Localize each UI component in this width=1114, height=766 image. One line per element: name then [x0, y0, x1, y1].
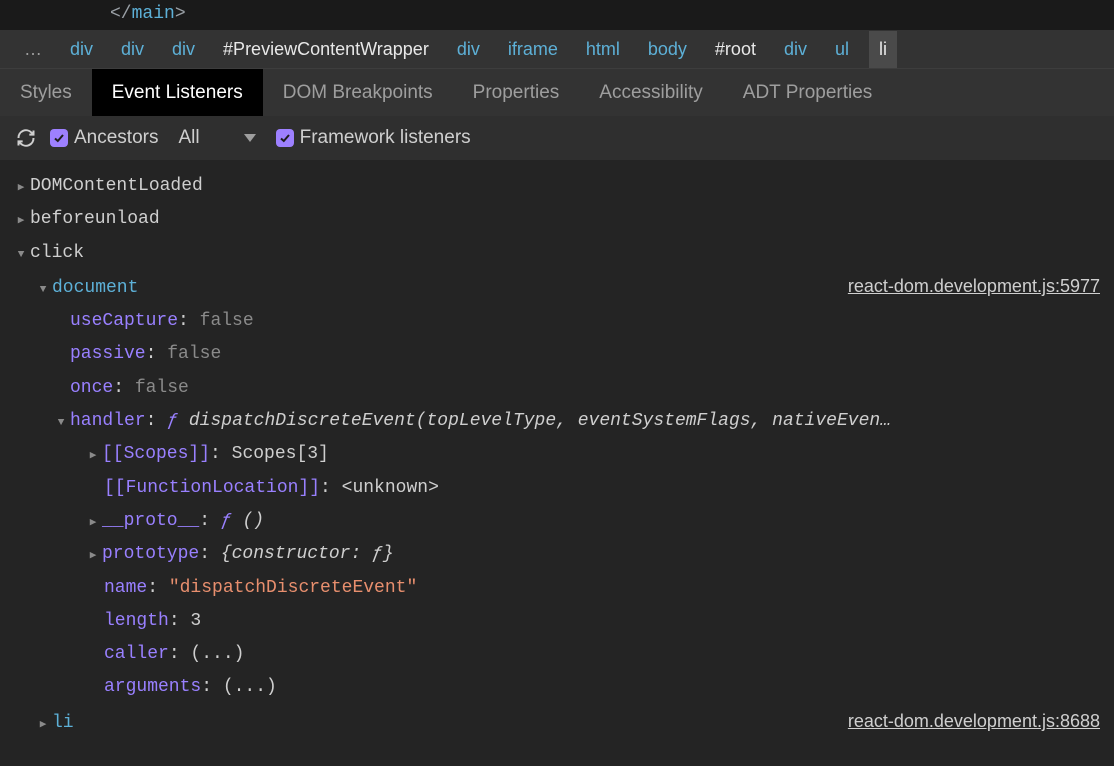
breadcrumb: … div div div #PreviewContentWrapper div… [0, 30, 1114, 68]
disclosure-triangle-icon[interactable] [54, 405, 68, 438]
disclosure-triangle-icon[interactable] [14, 170, 28, 203]
listener-target-row[interactable]: document react-dom.development.js:5977 [14, 270, 1114, 305]
tab-event-listeners[interactable]: Event Listeners [92, 69, 263, 116]
tab-adt-properties[interactable]: ADT Properties [723, 69, 893, 116]
property-row: useCapture: false [14, 305, 1114, 338]
refresh-icon[interactable] [16, 128, 36, 148]
property-row: once: false [14, 372, 1114, 405]
property-row: passive: false [14, 338, 1114, 371]
breadcrumb-item[interactable]: ul [821, 39, 863, 60]
ancestors-label: Ancestors [74, 127, 158, 149]
breadcrumb-item[interactable]: html [572, 39, 634, 60]
breadcrumb-item[interactable]: #root [701, 39, 770, 60]
filter-dropdown[interactable]: All [172, 127, 261, 149]
breadcrumb-ellipsis[interactable]: … [10, 39, 56, 60]
property-row: length: 3 [14, 605, 1114, 638]
disclosure-triangle-icon[interactable] [36, 707, 50, 740]
tab-styles[interactable]: Styles [0, 69, 92, 116]
disclosure-triangle-icon[interactable] [14, 237, 28, 270]
breadcrumb-item[interactable]: #PreviewContentWrapper [209, 39, 443, 60]
property-row: [[FunctionLocation]]: <unknown> [14, 472, 1114, 505]
tab-dom-breakpoints[interactable]: DOM Breakpoints [263, 69, 453, 116]
property-row: name: "dispatchDiscreteEvent" [14, 572, 1114, 605]
disclosure-triangle-icon[interactable] [14, 203, 28, 236]
event-row[interactable]: beforeunload [14, 203, 1114, 236]
checkbox-checked-icon [50, 129, 68, 147]
breadcrumb-item[interactable]: body [634, 39, 701, 60]
disclosure-triangle-icon[interactable] [86, 438, 100, 471]
tab-properties[interactable]: Properties [453, 69, 580, 116]
event-listeners-tree: DOMContentLoaded beforeunload click docu… [0, 160, 1114, 740]
source-link[interactable]: react-dom.development.js:5977 [848, 270, 1114, 303]
disclosure-triangle-icon[interactable] [86, 505, 100, 538]
property-row[interactable]: [[Scopes]]: Scopes[3] [14, 438, 1114, 471]
property-row[interactable]: __proto__: ƒ () [14, 505, 1114, 538]
disclosure-triangle-icon[interactable] [36, 272, 50, 305]
listener-target-row[interactable]: li react-dom.development.js:8688 [14, 705, 1114, 740]
breadcrumb-item[interactable]: iframe [494, 39, 572, 60]
property-row[interactable]: arguments: (...) [14, 671, 1114, 704]
event-listeners-toolbar: Ancestors All Framework listeners [0, 116, 1114, 160]
breadcrumb-item-selected[interactable]: li [869, 31, 897, 68]
property-row[interactable]: prototype: {constructor: ƒ} [14, 538, 1114, 571]
tab-accessibility[interactable]: Accessibility [579, 69, 722, 116]
event-row[interactable]: DOMContentLoaded [14, 170, 1114, 203]
checkbox-checked-icon [276, 129, 294, 147]
property-row[interactable]: caller: (...) [14, 638, 1114, 671]
breadcrumb-item[interactable]: div [107, 39, 158, 60]
breadcrumb-item[interactable]: div [443, 39, 494, 60]
panel-tabs: Styles Event Listeners DOM Breakpoints P… [0, 68, 1114, 116]
breadcrumb-item[interactable]: div [56, 39, 107, 60]
source-line: </main> [0, 0, 1114, 30]
source-link[interactable]: react-dom.development.js:8688 [848, 705, 1114, 738]
disclosure-triangle-icon[interactable] [86, 538, 100, 571]
event-row-click[interactable]: click [14, 237, 1114, 270]
ancestors-checkbox[interactable]: Ancestors [50, 127, 158, 149]
handler-row[interactable]: handler: ƒ dispatchDiscreteEvent(topLeve… [14, 405, 1114, 438]
framework-listeners-checkbox[interactable]: Framework listeners [276, 127, 471, 149]
breadcrumb-item[interactable]: div [770, 39, 821, 60]
chevron-down-icon [244, 134, 256, 142]
breadcrumb-item[interactable]: div [158, 39, 209, 60]
framework-listeners-label: Framework listeners [300, 127, 471, 149]
filter-dropdown-label: All [178, 127, 199, 149]
